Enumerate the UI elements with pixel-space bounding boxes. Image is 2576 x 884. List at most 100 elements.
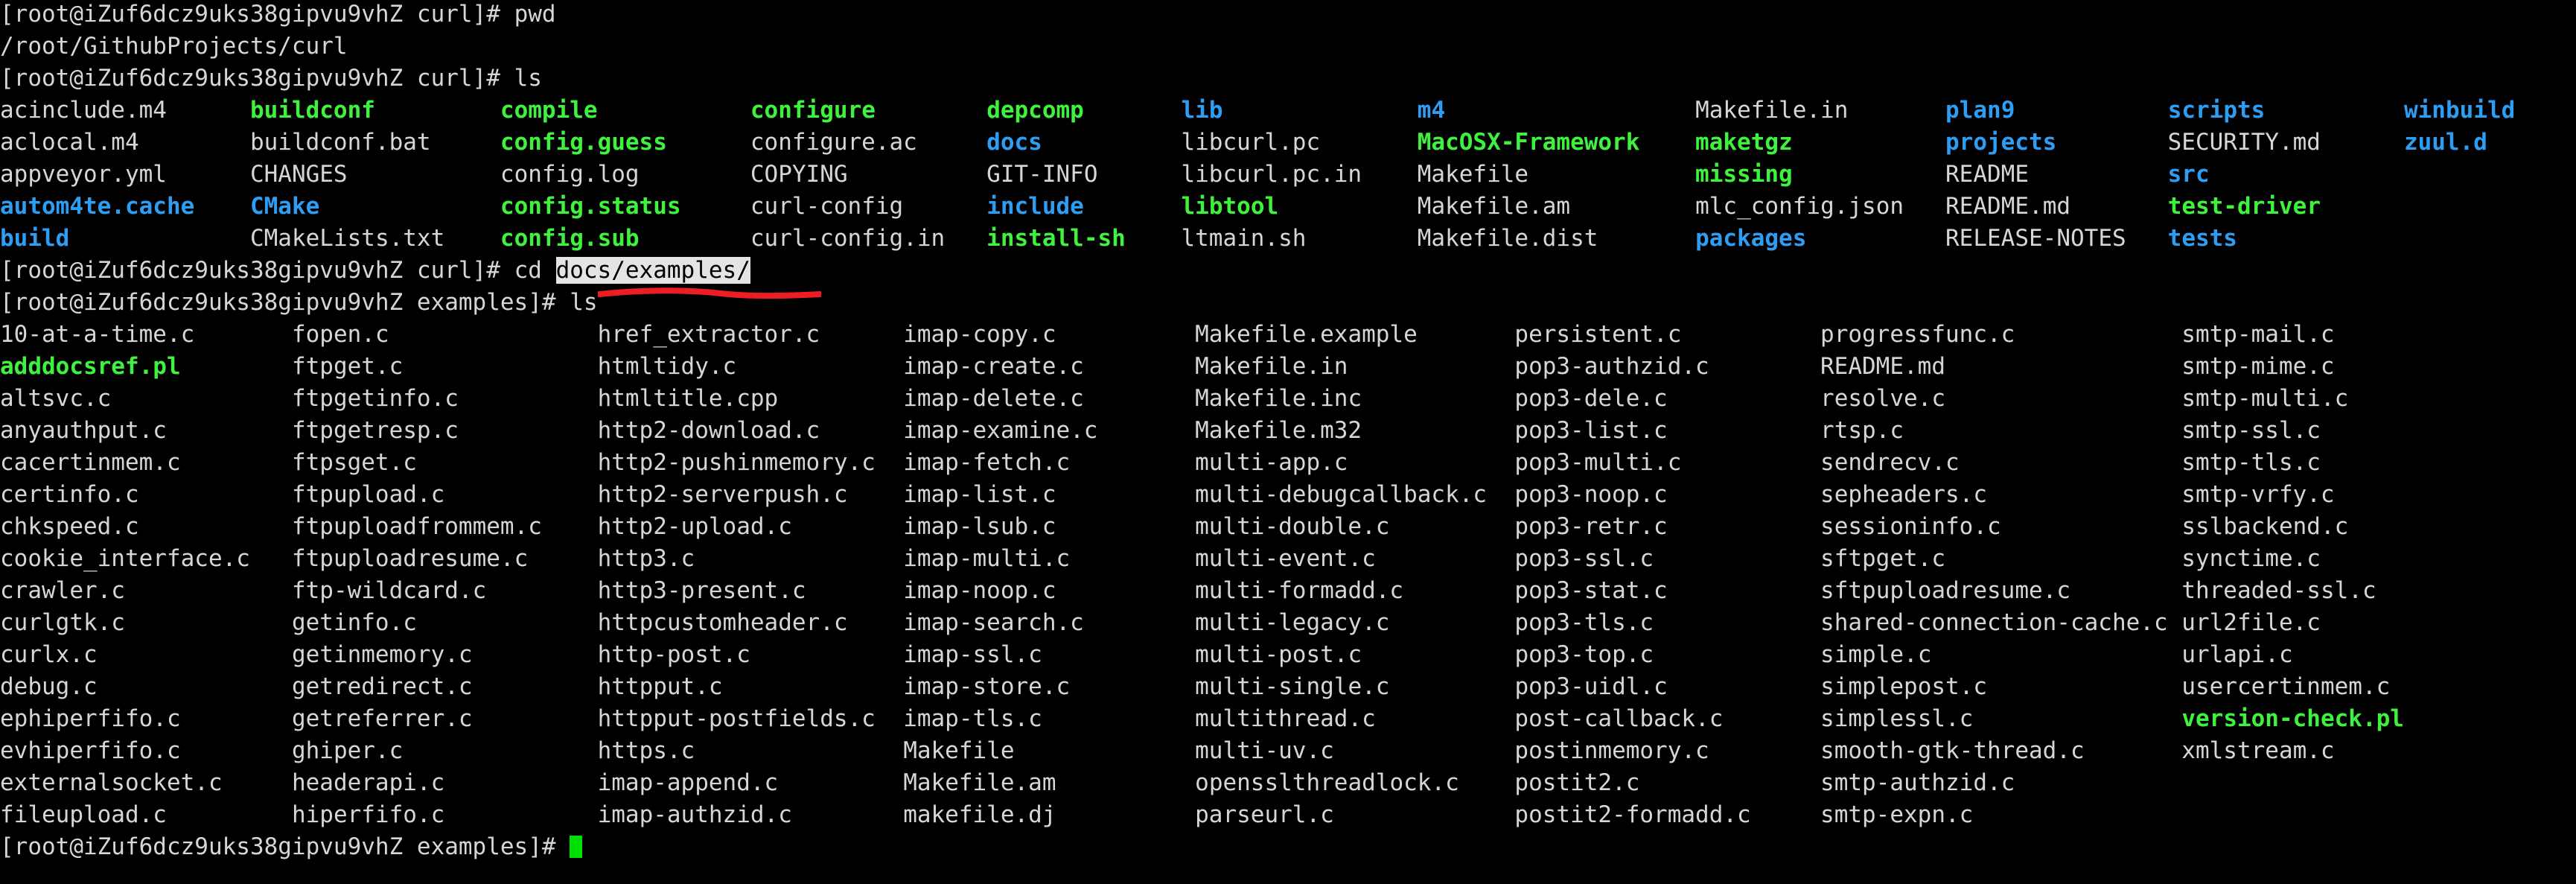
ls-column-gap	[542, 513, 598, 540]
ls-entry: projects	[1945, 129, 2057, 156]
ls-entry: postit2.c	[1514, 769, 1640, 796]
ls-column-gap	[2265, 97, 2404, 124]
ls-entry: docs	[986, 129, 1042, 156]
ls-column-gap	[181, 737, 292, 764]
ls-entry: ftpuploadresume.c	[291, 545, 529, 572]
ls-output-examples: 10-at-a-time.c fopen.c href_extractor.c …	[0, 319, 2576, 831]
ls-column-gap	[1654, 609, 1820, 636]
ls-entry: http3.c	[597, 545, 695, 572]
ls-entry: sftpuploadresume.c	[1820, 577, 2070, 604]
terminal-line-pwd-output: /root/GithubProjects/curl	[0, 31, 2576, 63]
ls-column-gap	[1848, 97, 1945, 124]
ls-entry: threaded-ssl.c	[2181, 577, 2376, 604]
ls-column-gap	[444, 225, 500, 252]
ls-column-gap	[876, 705, 903, 732]
ls-entry: sepheaders.c	[1820, 481, 1987, 508]
ls-column-gap	[1668, 417, 1820, 444]
ls-entry: test-driver	[2167, 193, 2321, 220]
ls-column-gap	[1487, 481, 1514, 508]
command-pwd: pwd	[514, 1, 556, 28]
ls-entry: imap-copy.c	[903, 321, 1056, 348]
ls-entry: Makefile.example	[1195, 321, 1418, 348]
ls-column-gap	[2070, 193, 2168, 220]
ls-column-gap	[1598, 225, 1695, 252]
ls-column-gap	[1348, 353, 1514, 380]
ls-column-gap	[1403, 577, 1514, 604]
ls-entry: version-check.pl	[2181, 705, 2404, 732]
ls-entry: src	[2167, 161, 2210, 188]
ls-column-gap	[250, 545, 292, 572]
selected-path-docs-examples[interactable]: docs/examples/	[555, 257, 750, 284]
ls-entry: smooth-gtk-thread.c	[1820, 737, 2085, 764]
ls-column-gap	[1334, 801, 1515, 828]
ls-column-gap	[1056, 769, 1196, 796]
ls-entry: resolve.c	[1820, 385, 1946, 412]
ls-column-gap	[1084, 193, 1182, 220]
ls-row-examples: cacertinmem.c ftpsget.c http2-pushinmemo…	[0, 447, 2576, 479]
ls-column-gap	[806, 577, 904, 604]
ls-entry: config.sub	[500, 225, 640, 252]
terminal-line-prompt-cd: [root@iZuf6dcz9uks38gipvu9vhZ curl]# cd …	[0, 255, 2576, 287]
ls-column-gap	[778, 769, 903, 796]
ls-entry: imap-noop.c	[903, 577, 1056, 604]
ls-entry: hiperfifo.c	[291, 801, 445, 828]
ls-entry: multi-formadd.c	[1195, 577, 1404, 604]
ls-entry: Makefile.am	[903, 769, 1056, 796]
ls-entry: ephiperfifo.c	[0, 705, 181, 732]
ls-column-gap	[375, 97, 500, 124]
text-cursor	[570, 836, 583, 858]
ls-entry: GIT-INFO	[986, 161, 1098, 188]
ls-entry: smtp-multi.c	[2181, 385, 2349, 412]
ls-column-gap	[695, 545, 903, 572]
ls-entry: curl-config	[750, 193, 904, 220]
ls-entry: CMakeLists.txt	[249, 225, 445, 252]
ls-entry: ftp-wildcard.c	[291, 577, 487, 604]
ls-entry: sftpget.c	[1820, 545, 1946, 572]
ls-entry: curlgtk.c	[0, 609, 125, 636]
ls-entry: Makefile.dist	[1417, 225, 1598, 252]
terminal-line-prompt-ls-curl: [root@iZuf6dcz9uks38gipvu9vhZ curl]# ls	[0, 63, 2576, 95]
ls-column-gap	[319, 193, 500, 220]
ls-entry: pop3-top.c	[1514, 641, 1654, 668]
terminal-line-prompt-ls-examples: [root@iZuf6dcz9uks38gipvu9vhZ examples]#…	[0, 287, 2576, 319]
ls-entry: multi-legacy.c	[1195, 609, 1390, 636]
ls-column-gap	[1084, 609, 1195, 636]
ls-entry: config.log	[500, 161, 640, 188]
ls-column-gap	[1042, 641, 1195, 668]
ls-entry: build	[0, 225, 70, 252]
ls-entry: SECURITY.md	[2167, 129, 2321, 156]
ls-column-gap	[444, 769, 597, 796]
ls-column-gap	[444, 801, 597, 828]
ls-entry: pop3-uidl.c	[1514, 673, 1668, 700]
ls-entry: pop3-multi.c	[1514, 449, 1682, 476]
ls-column-gap	[167, 161, 250, 188]
ls-row-examples: externalsocket.c headerapi.c imap-append…	[0, 767, 2576, 799]
ls-row-curl: autom4te.cache CMake config.status curl-…	[0, 191, 2576, 223]
ls-column-gap	[1528, 161, 1695, 188]
ls-column-gap	[1904, 417, 2181, 444]
ls-column-gap	[181, 705, 292, 732]
ls-column-gap	[1987, 673, 2181, 700]
ls-column-gap	[1681, 449, 1820, 476]
terminal-window[interactable]: [root@iZuf6dcz9uks38gipvu9vhZ curl]# pwd…	[0, 0, 2576, 883]
ls-column-gap	[1723, 705, 1820, 732]
ls-column-gap	[1654, 641, 1820, 668]
ls-entry: m4	[1417, 97, 1446, 124]
ls-column-gap	[473, 641, 598, 668]
ls-entry: Makefile.am	[1417, 193, 1571, 220]
ls-column-gap	[1015, 737, 1196, 764]
ls-column-gap	[1793, 129, 1945, 156]
ls-column-gap	[1320, 129, 1418, 156]
ls-entry: libcurl.pc	[1181, 129, 1321, 156]
ls-column-gap	[403, 737, 597, 764]
ls-entry: smtp-mime.c	[2181, 353, 2335, 380]
shell-prompt: [root@iZuf6dcz9uks38gipvu9vhZ curl]#	[0, 257, 514, 284]
ls-entry: MacOSX-Framework	[1417, 129, 1640, 156]
ls-entry: Makefile	[903, 737, 1015, 764]
ls-row-examples: chkspeed.c ftpuploadfrommem.c http2-uplo…	[0, 511, 2576, 543]
ls-column-gap	[1751, 801, 1820, 828]
ls-entry: progressfunc.c	[1820, 321, 2015, 348]
ls-column-gap	[820, 417, 903, 444]
ls-entry: ftpget.c	[291, 353, 404, 380]
ls-entry: https.c	[597, 737, 695, 764]
